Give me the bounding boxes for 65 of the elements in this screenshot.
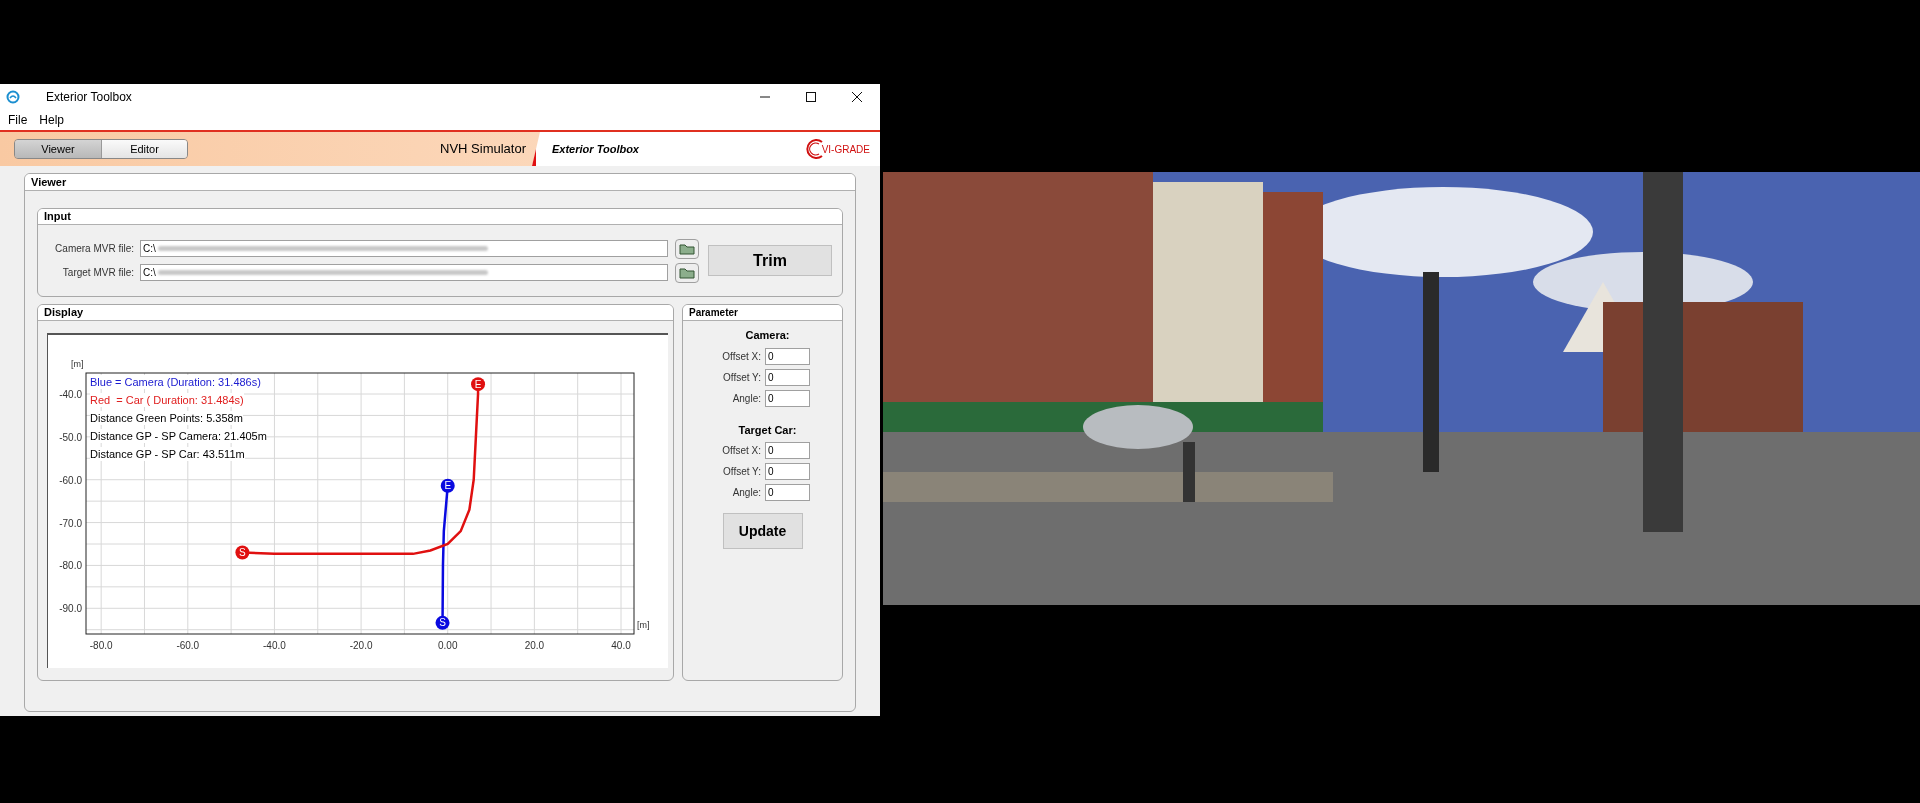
value-field[interactable]: 0 — [765, 389, 810, 407]
group-heading: Camera: — [745, 328, 790, 343]
app-icon — [6, 90, 20, 104]
trim-button[interactable]: Trim — [708, 245, 832, 276]
mode-tab[interactable]: Viewer — [15, 140, 101, 158]
x-tick-label: -20.0 — [349, 640, 373, 651]
y-tick-label: -40.0 — [59, 389, 82, 400]
folder-button[interactable] — [675, 262, 699, 283]
field-label: Offset X: — [721, 349, 762, 364]
x-tick-label: -40.0 — [263, 640, 286, 651]
window-title: Exterior Toolbox — [46, 89, 132, 106]
mode-tab[interactable]: Editor — [101, 140, 187, 158]
value-field[interactable]: 0 — [765, 368, 810, 386]
field-label: Offset Y: — [722, 370, 762, 385]
x-tick-label: -80.0 — [89, 640, 113, 651]
folder-icon — [679, 266, 695, 279]
menu-item[interactable]: Help — [39, 111, 65, 129]
folder-icon — [679, 242, 695, 255]
folder-button[interactable] — [675, 238, 699, 259]
x-tick-label: 20.0 — [524, 640, 545, 651]
y-tick-label: -60.0 — [59, 474, 82, 486]
annotation: E — [474, 378, 482, 390]
x-tick-label: 0.00 — [438, 640, 458, 651]
endpoint-marker: S — [435, 615, 450, 630]
legend-text: Red = Car ( Duration: 31.484s) — [90, 393, 244, 407]
field-label: Camera MVR file: — [54, 242, 135, 256]
field-label: Angle: — [731, 486, 762, 500]
path-field[interactable]: C:\ — [140, 264, 668, 281]
field-label: Target MVR file: — [61, 266, 135, 280]
y-tick-label: -90.0 — [59, 603, 82, 615]
y-tick-label: -70.0 — [59, 517, 82, 529]
menu-item[interactable]: File — [8, 111, 28, 129]
y-axis-unit: [m] — [71, 359, 84, 369]
field-label: Angle: — [731, 391, 762, 406]
endpoint-marker: E — [440, 478, 455, 493]
value-field[interactable]: 0 — [765, 347, 810, 365]
value-field[interactable]: 0 — [765, 442, 810, 459]
legend-text: Distance GP - SP Camera: 21.405m — [90, 429, 267, 443]
group-title: Parameter — [689, 306, 738, 320]
endpoint-marker: S — [235, 545, 250, 560]
value-field[interactable]: 0 — [765, 484, 810, 501]
logo-text: VI-GRADE — [821, 142, 870, 157]
module-label: Exterior Toolbox — [552, 141, 639, 157]
update-button[interactable]: Update — [722, 513, 803, 549]
legend-text: Distance Green Points: 5.358m — [90, 411, 243, 425]
field-label: Offset Y: — [722, 465, 762, 479]
annotation: S — [439, 617, 447, 629]
group-title: Display — [44, 305, 84, 321]
group-title: Viewer — [31, 174, 67, 190]
y-tick-label: -80.0 — [59, 560, 82, 572]
annotation: E — [444, 480, 452, 492]
annotation: S — [239, 547, 247, 559]
group-heading: Target Car: — [738, 422, 797, 438]
field-label: Offset X: — [721, 444, 762, 458]
product-label: NVH Simulator — [440, 140, 526, 159]
endpoint-marker: E — [471, 377, 486, 392]
path-field[interactable]: C:\ — [140, 240, 668, 257]
legend-text: Distance GP - SP Car: 43.511m — [90, 447, 245, 461]
x-tick-label: -60.0 — [176, 640, 200, 651]
group-title: Input — [44, 209, 71, 225]
x-tick-label: 40.0 — [611, 640, 631, 651]
x-axis-unit: [m] — [637, 620, 650, 630]
value-field[interactable]: 0 — [765, 463, 810, 480]
y-tick-label: -50.0 — [59, 431, 82, 443]
legend-text: Blue = Camera (Duration: 31.486s) — [90, 375, 261, 389]
